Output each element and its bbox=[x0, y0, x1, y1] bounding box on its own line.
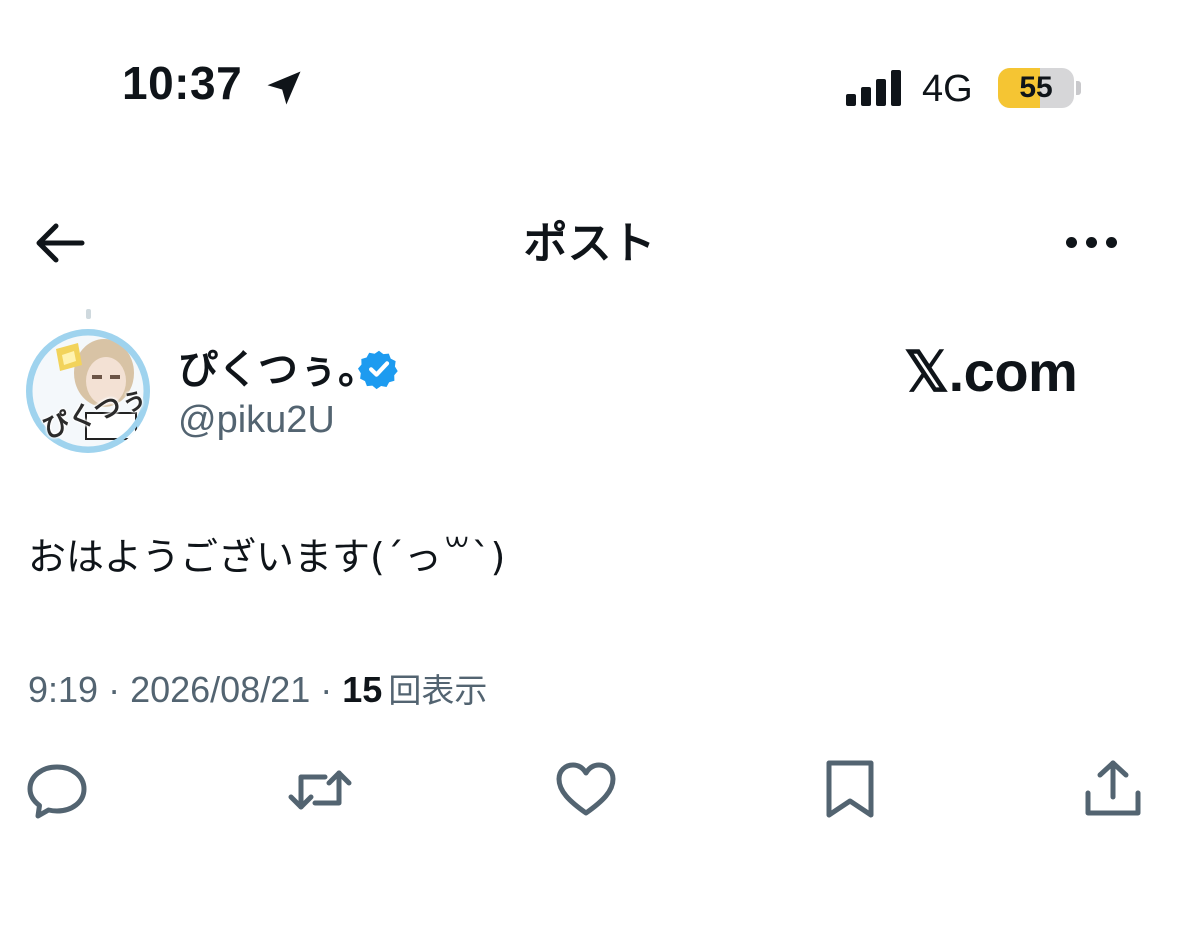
repost-icon bbox=[288, 770, 352, 810]
author-display-name[interactable]: ぴくつぅ。 bbox=[178, 346, 378, 394]
more-horizontal-icon[interactable] bbox=[1066, 230, 1126, 254]
share-icon bbox=[1085, 760, 1141, 816]
bookmark-button[interactable] bbox=[817, 757, 883, 823]
bookmark-icon bbox=[826, 760, 874, 818]
tweet-date[interactable]: 2026/08/21 bbox=[130, 668, 310, 712]
meta-separator: · bbox=[310, 669, 343, 710]
like-icon bbox=[556, 762, 616, 816]
reply-button[interactable] bbox=[24, 757, 90, 823]
like-button[interactable] bbox=[553, 757, 619, 823]
battery-cap bbox=[1076, 81, 1081, 95]
views-label: 回表示 bbox=[388, 671, 488, 710]
views-count: 15 bbox=[342, 669, 383, 710]
tweet-text: おはようございます(ˊっ꒳ˋ) bbox=[28, 535, 506, 579]
share-button[interactable] bbox=[1080, 757, 1146, 823]
reply-icon bbox=[27, 764, 87, 819]
meta-separator: · bbox=[98, 669, 131, 710]
page-title: ポスト bbox=[523, 218, 656, 269]
verified-badge-icon bbox=[358, 350, 398, 390]
signal-icon bbox=[846, 68, 904, 106]
tweet-meta: 9:19 · 2026/08/21 · 15 回表示 bbox=[28, 668, 487, 713]
battery-icon: 55 bbox=[998, 68, 1074, 108]
repost-button[interactable] bbox=[287, 757, 353, 823]
network-type: 4G bbox=[922, 68, 973, 110]
author-handle[interactable]: @piku2U bbox=[178, 398, 335, 442]
tweet-time[interactable]: 9:19 bbox=[28, 668, 98, 712]
battery-percent: 55 bbox=[1019, 71, 1053, 104]
x-com-watermark: 𝕏.com bbox=[904, 340, 1078, 403]
location-arrow-icon bbox=[267, 71, 301, 105]
avatar[interactable]: ぴくつぅ bbox=[26, 329, 150, 453]
status-time: 10:37 bbox=[122, 57, 243, 109]
thread-connector bbox=[86, 309, 91, 319]
